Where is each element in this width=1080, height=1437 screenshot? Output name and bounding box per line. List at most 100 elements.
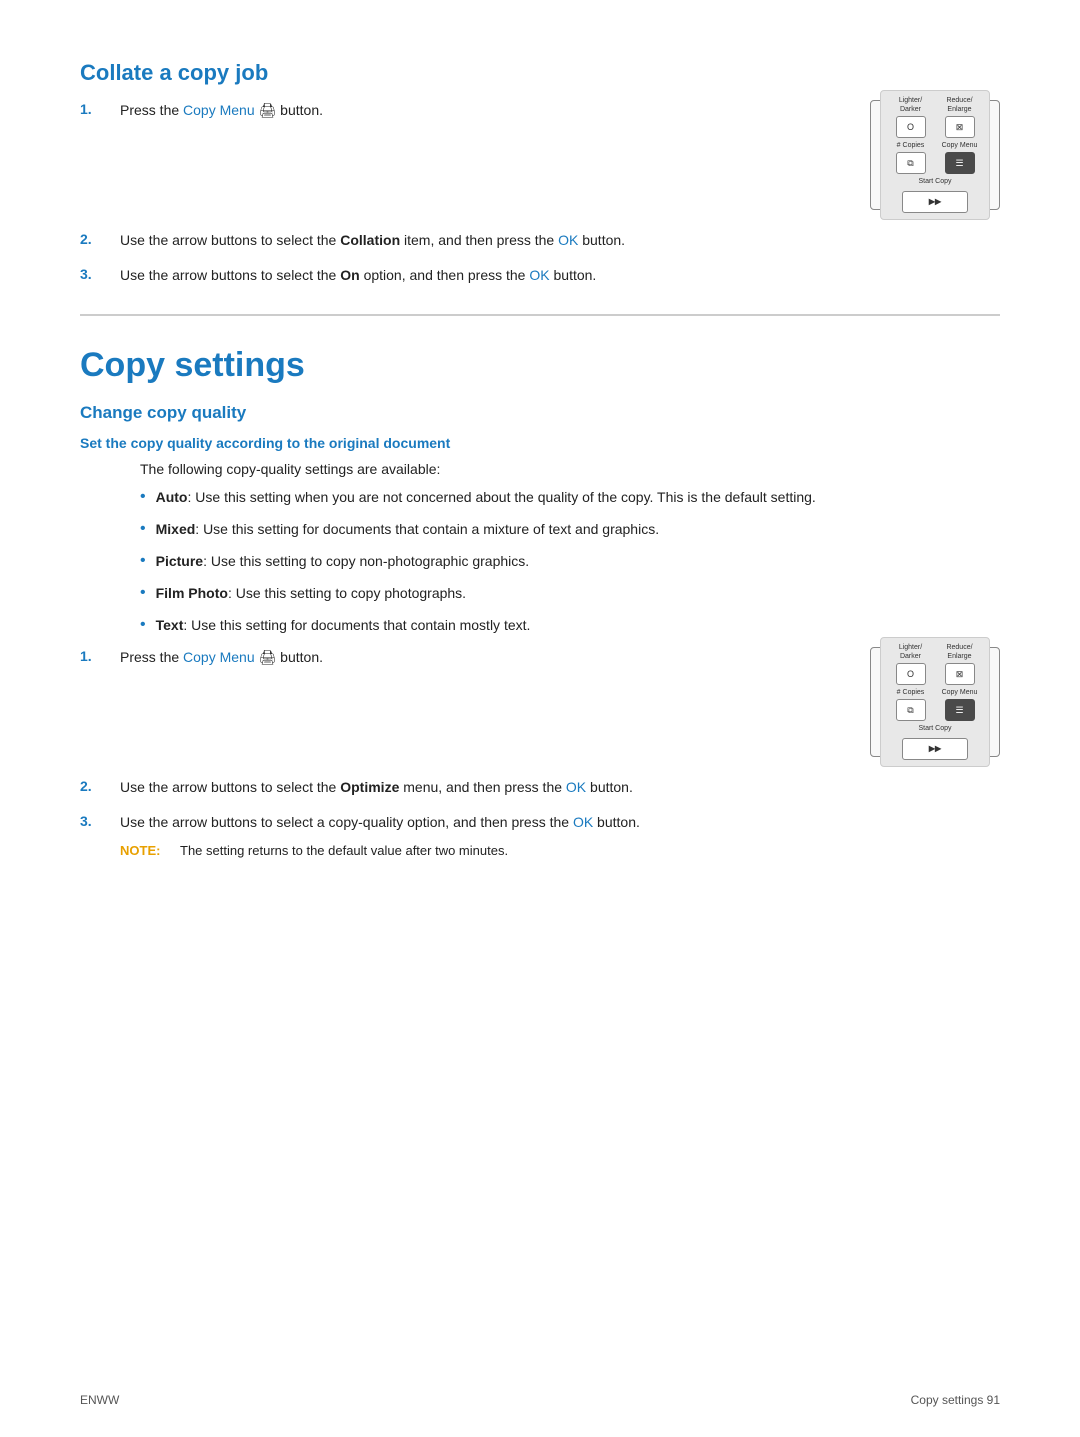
panel-top-row: Lighter/Darker O Reduce/Enlarge ⊠ — [889, 97, 981, 138]
quality-bullets: • Auto: Use this setting when you are no… — [140, 487, 1000, 637]
bullet-auto-text: Auto: Use this setting when you are not … — [156, 487, 1000, 508]
quality-num-copies-label: # Copies — [889, 689, 932, 697]
quality-step3-content: Use the arrow buttons to select a copy-q… — [120, 812, 1000, 861]
quality-step3-ok: OK — [573, 814, 593, 830]
quality-lighter-darker-cell: Lighter/Darker O — [889, 644, 932, 685]
quality-start-copy-area: Start Copy ▶▶ — [889, 725, 981, 759]
footer-right: Copy settings 91 — [911, 1393, 1000, 1407]
collate-step3-content: Use the arrow buttons to select the On o… — [120, 265, 1000, 286]
collate-step1-prefix: Press the — [120, 102, 183, 118]
collate-step3-mid: option, and then press the — [360, 267, 530, 283]
collate-step2-ok: OK — [558, 232, 578, 248]
quality-reduce-enlarge-cell: Reduce/Enlarge ⊠ — [938, 644, 981, 685]
quality-step2-content: Use the arrow buttons to select the Opti… — [120, 777, 1000, 798]
quality-reduce-enlarge-btn: ⊠ — [945, 663, 975, 685]
quality-reduce-enlarge-label: Reduce/Enlarge — [938, 644, 981, 661]
bullet-mixed-text: Mixed: Use this setting for documents th… — [156, 519, 1000, 540]
section-divider — [80, 314, 1000, 316]
collate-step3-end: button. — [550, 267, 597, 283]
bullet-text-content: Text: Use this setting for documents tha… — [156, 615, 1000, 636]
collate-step1-num: 1. — [80, 100, 120, 117]
quality-num-copies-btn: ⧉ — [896, 699, 926, 721]
quality-step1-prefix: Press the — [120, 649, 183, 665]
copy-settings-heading: Copy settings — [80, 346, 1000, 385]
bullet-mixed: • Mixed: Use this setting for documents … — [140, 519, 1000, 541]
num-copies-label: # Copies — [889, 142, 932, 150]
quality-panel-top-row: Lighter/Darker O Reduce/Enlarge ⊠ — [889, 644, 981, 685]
printer-panel-inner: Lighter/Darker O Reduce/Enlarge ⊠ # Copi… — [880, 90, 990, 220]
collate-step1-suffix: button. — [276, 102, 323, 118]
bullet-mixed-bold: Mixed — [156, 521, 196, 537]
quality-copy-menu-label: Copy Menu — [938, 689, 981, 697]
quality-start-copy-label: Start Copy — [918, 725, 951, 733]
bullet-auto: • Auto: Use this setting when you are no… — [140, 487, 1000, 509]
bullet-dot-4: • — [140, 581, 146, 605]
reduce-enlarge-btn: ⊠ — [945, 116, 975, 138]
collate-copy-menu-link: Copy Menu — [183, 102, 255, 118]
lighter-darker-cell: Lighter/Darker O — [889, 97, 932, 138]
quality-step3: 3. Use the arrow buttons to select a cop… — [80, 812, 1000, 861]
start-copy-btn: ▶▶ — [902, 191, 968, 213]
collate-step2-content: Use the arrow buttons to select the Coll… — [120, 230, 1000, 251]
note-label: NOTE: — [120, 841, 180, 861]
quality-copy-menu-cell: Copy Menu ☰ — [938, 689, 981, 721]
num-copies-btn: ⧉ — [896, 152, 926, 174]
quality-step1-num: 1. — [80, 647, 120, 664]
quality-step2: 2. Use the arrow buttons to select the O… — [80, 777, 1000, 798]
collate-step2: 2. Use the arrow buttons to select the C… — [80, 230, 1000, 251]
quality-printer-panel-inner: Lighter/Darker O Reduce/Enlarge ⊠ # Copi… — [880, 637, 990, 767]
quality-step2-ok: OK — [566, 779, 586, 795]
collate-step2-mid: item, and then press the — [400, 232, 558, 248]
quality-step1: 1. Press the Copy Menu 🖨 button. — [80, 647, 840, 668]
collate-step3-ok: OK — [529, 267, 549, 283]
bullet-text-bold: Text — [156, 617, 184, 633]
quality-steps-2-3: 2. Use the arrow buttons to select the O… — [80, 777, 1000, 861]
page-content: Collate a copy job 1. Press the Copy Men… — [0, 0, 1080, 955]
quality-step1-content: Press the Copy Menu 🖨 button. — [120, 647, 840, 668]
quality-step3-end: button. — [593, 814, 640, 830]
start-copy-area: Start Copy ▶▶ — [889, 178, 981, 212]
intro-text: The following copy-quality settings are … — [140, 461, 1000, 477]
reduce-enlarge-label: Reduce/Enlarge — [938, 97, 981, 114]
quality-panel-mid-row: # Copies ⧉ Copy Menu ☰ — [889, 689, 981, 721]
quality-num-copies-cell: # Copies ⧉ — [889, 689, 932, 721]
collate-step2-end: button. — [578, 232, 625, 248]
note-text: The setting returns to the default value… — [180, 841, 508, 861]
quality-step1-icon: 🖨 — [255, 649, 277, 665]
start-copy-label: Start Copy — [918, 178, 951, 186]
collate-step3: 3. Use the arrow buttons to select the O… — [80, 265, 1000, 286]
bullet-filmphoto: • Film Photo: Use this setting to copy p… — [140, 583, 1000, 605]
panel-mid-row: # Copies ⧉ Copy Menu ☰ — [889, 142, 981, 174]
bullet-picture: • Picture: Use this setting to copy non-… — [140, 551, 1000, 573]
bullet-filmphoto-bold: Film Photo — [156, 585, 228, 601]
quality-step2-end: button. — [586, 779, 633, 795]
quality-lighter-darker-label: Lighter/Darker — [889, 644, 932, 661]
collate-heading: Collate a copy job — [80, 60, 1000, 86]
quality-start-copy-btn: ▶▶ — [902, 738, 968, 760]
collate-step1-text-area: 1. Press the Copy Menu 🖨 button. — [80, 100, 840, 135]
copy-menu-label: Copy Menu — [938, 142, 981, 150]
quality-step3-text: Use the arrow buttons to select a copy-q… — [120, 814, 573, 830]
bullet-dot-5: • — [140, 613, 146, 637]
quality-copy-menu-link: Copy Menu — [183, 649, 255, 665]
collate-steps-2-3: 2. Use the arrow buttons to select the C… — [80, 230, 1000, 286]
collate-step2-prefix: Use the arrow buttons to select the — [120, 232, 340, 248]
quality-step1-row: 1. Press the Copy Menu 🖨 button. Lighter… — [80, 647, 1000, 757]
quality-step2-prefix: Use the arrow buttons to select the — [120, 779, 340, 795]
quality-lighter-darker-btn: O — [896, 663, 926, 685]
quality-step2-num: 2. — [80, 777, 120, 794]
bullet-auto-bold: Auto — [156, 489, 188, 505]
copy-menu-btn: ☰ — [945, 152, 975, 174]
quality-printer-panel: Lighter/Darker O Reduce/Enlarge ⊠ # Copi… — [870, 647, 1000, 757]
lighter-darker-label: Lighter/Darker — [889, 97, 932, 114]
collate-printer-panel: Lighter/Darker O Reduce/Enlarge ⊠ # Copi… — [870, 100, 1000, 210]
set-copy-quality-heading: Set the copy quality according to the or… — [80, 435, 1000, 451]
quality-step2-mid: menu, and then press the — [399, 779, 566, 795]
quality-copy-menu-btn: ☰ — [945, 699, 975, 721]
footer-left: ENWW — [80, 1393, 119, 1407]
page-footer: ENWW Copy settings 91 — [0, 1393, 1080, 1407]
bullet-dot-1: • — [140, 485, 146, 509]
note-block: NOTE: The setting returns to the default… — [120, 841, 1000, 861]
collate-step3-bold: On — [340, 267, 359, 283]
bullet-dot-3: • — [140, 549, 146, 573]
